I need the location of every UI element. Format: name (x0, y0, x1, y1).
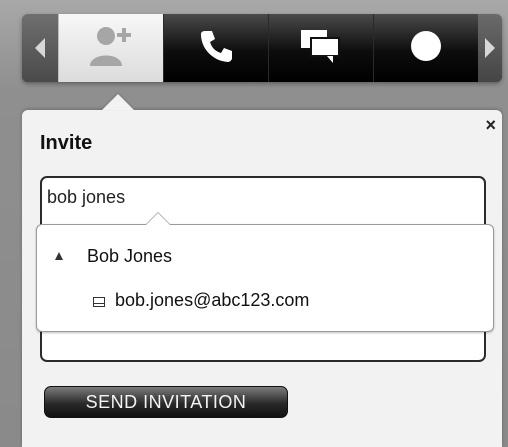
toolbar-button-chat[interactable] (268, 14, 373, 82)
panel-pointer (102, 94, 134, 110)
toolbar (22, 14, 502, 82)
suggestion-pointer (145, 212, 171, 225)
toolbar-button-call[interactable] (163, 14, 268, 82)
toolbar-scroll-left[interactable] (22, 14, 58, 82)
app-root: Invite × bob jones Bob Jones bob.jones@a… (0, 0, 508, 447)
add-user-icon (84, 22, 138, 75)
mail-icon (93, 297, 105, 307)
suggestion-name: Bob Jones (87, 245, 173, 266)
toolbar-button-status[interactable] (373, 14, 478, 82)
phone-icon (197, 27, 235, 70)
send-invitation-button[interactable]: SEND INVITATION (44, 386, 288, 418)
panel-title: Invite (40, 132, 93, 154)
toolbar-button-invite[interactable] (58, 14, 163, 82)
chevron-left-icon (35, 38, 45, 58)
chevron-right-icon (485, 38, 495, 58)
suggestion-dropdown: Bob Jones bob.jones@abc123.com (36, 212, 494, 332)
suggestion-email-item[interactable]: bob.jones@abc123.com (93, 289, 309, 311)
suggestion-email: bob.jones@abc123.com (115, 289, 310, 310)
chat-icon (299, 27, 343, 70)
suggestion-contact[interactable]: Bob Jones (55, 245, 172, 267)
invite-panel: Invite × bob jones Bob Jones bob.jones@a… (22, 94, 502, 447)
toolbar-scroll-right[interactable] (478, 14, 502, 82)
invite-input-text: bob jones (47, 187, 126, 207)
record-icon (406, 26, 446, 71)
close-icon[interactable]: × (485, 116, 496, 134)
expand-triangle-icon[interactable] (55, 252, 63, 260)
